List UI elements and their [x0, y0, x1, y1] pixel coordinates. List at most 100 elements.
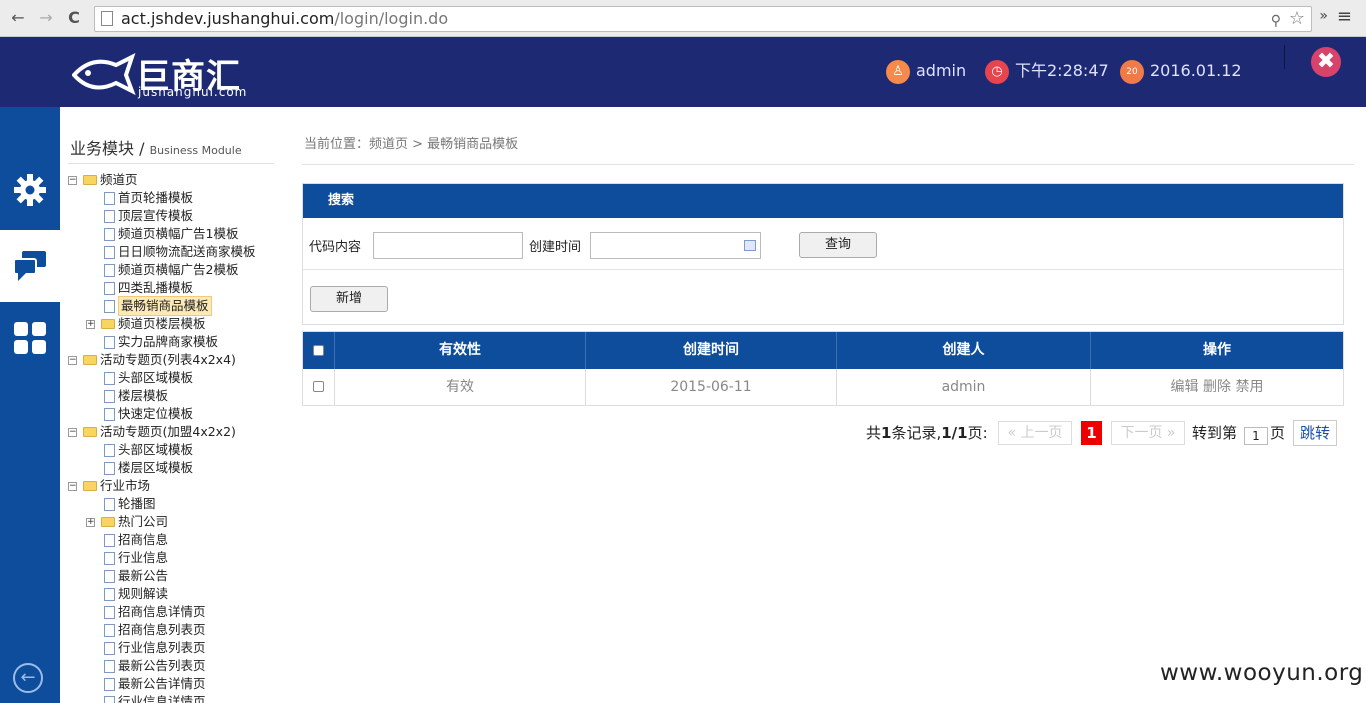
column-header-created[interactable]: 创建时间 [586, 332, 837, 369]
tree-item-label[interactable]: 头部区域模板 [118, 369, 193, 387]
tree-item[interactable]: 头部区域模板 [68, 441, 264, 459]
tree-item-label[interactable]: 热门公司 [118, 513, 168, 531]
goto-page-input[interactable]: 1 [1244, 427, 1268, 445]
tree-item-label[interactable]: 招商信息详情页 [118, 603, 206, 621]
tree-folder[interactable]: + 热门公司 [68, 513, 264, 531]
tree-item-label[interactable]: 频道页 [100, 171, 138, 189]
tree-item-label[interactable]: 规则解读 [118, 585, 168, 603]
tree-item-label[interactable]: 首页轮播模板 [118, 189, 193, 207]
column-header-creator[interactable]: 创建人 [837, 332, 1091, 369]
tree-item-label[interactable]: 最新公告 [118, 567, 168, 585]
tree-item[interactable]: 行业信息详情页 [68, 693, 264, 703]
tree-folder[interactable]: − 行业市场 [68, 477, 264, 495]
tree-folder[interactable]: − 活动专题页(列表4x2x4) [68, 351, 264, 369]
collapse-back-icon[interactable]: ← [13, 663, 43, 693]
menu-icon[interactable]: ≡ [1337, 6, 1352, 27]
collapse-icon[interactable]: − [68, 356, 77, 365]
expand-icon[interactable]: + [86, 518, 95, 527]
tree-item[interactable]: 头部区域模板 [68, 369, 264, 387]
tree-item[interactable]: 招商信息详情页 [68, 603, 264, 621]
business-module-nav[interactable] [0, 230, 60, 302]
settings-nav[interactable] [0, 155, 60, 227]
tree-item-label[interactable]: 活动专题页(加盟4x2x2) [100, 423, 236, 441]
tree-item-label[interactable]: 楼层模板 [118, 387, 168, 405]
address-bar[interactable]: act.jshdev.jushanghui.com/login/login.do… [94, 6, 1312, 32]
tree-item[interactable]: 招商信息 [68, 531, 264, 549]
back-icon[interactable]: ← [8, 8, 28, 27]
collapse-icon[interactable]: − [68, 482, 77, 491]
tree-item[interactable]: 最新公告详情页 [68, 675, 264, 693]
next-page-button[interactable]: 下一页 » [1111, 421, 1185, 445]
collapse-icon[interactable]: − [68, 176, 77, 185]
tree-item-label[interactable]: 头部区域模板 [118, 441, 193, 459]
edit-link[interactable]: 编辑 [1171, 379, 1199, 395]
tree-item-label[interactable]: 日日顺物流配送商家模板 [118, 243, 256, 261]
tree-folder[interactable]: − 活动专题页(加盟4x2x2) [68, 423, 264, 441]
column-header-validity[interactable]: 有效性 [335, 332, 586, 369]
date-picker-icon[interactable] [744, 240, 756, 251]
tree-item-label[interactable]: 招商信息列表页 [118, 621, 206, 639]
tree-item[interactable]: 最畅销商品模板 [68, 296, 264, 316]
row-checkbox[interactable] [313, 380, 324, 392]
tree-item-label[interactable]: 轮播图 [118, 495, 156, 513]
tree-item-label[interactable]: 频道页横幅广告1模板 [118, 225, 238, 243]
logout-close-button[interactable]: ✖ [1311, 47, 1341, 77]
tree-item[interactable]: 最新公告列表页 [68, 657, 264, 675]
expand-icon[interactable]: + [86, 320, 95, 329]
tree-item-label[interactable]: 实力品牌商家模板 [118, 333, 218, 351]
create-time-input[interactable] [590, 232, 761, 259]
delete-link[interactable]: 删除 [1203, 379, 1231, 395]
tree-item[interactable]: 规则解读 [68, 585, 264, 603]
tree-folder[interactable]: − 频道页 [68, 171, 264, 189]
tree-item[interactable]: 频道页横幅广告2模板 [68, 261, 264, 279]
tree-item-label[interactable]: 活动专题页(列表4x2x4) [100, 351, 236, 369]
tree-item[interactable]: 招商信息列表页 [68, 621, 264, 639]
add-button[interactable]: 新增 [310, 286, 388, 312]
collapse-icon[interactable]: − [68, 428, 77, 437]
tree-item-label[interactable]: 行业信息详情页 [118, 693, 206, 703]
tree-item[interactable]: 四类乱播模板 [68, 279, 264, 297]
tree-item-label[interactable]: 行业信息 [118, 549, 168, 567]
tree-item-label[interactable]: 四类乱播模板 [118, 279, 193, 297]
tree-item[interactable]: 行业信息 [68, 549, 264, 567]
tree-item[interactable]: 日日顺物流配送商家模板 [68, 243, 264, 261]
key-icon[interactable]: ⚲ [1271, 9, 1281, 33]
tree-item-label[interactable]: 频道页横幅广告2模板 [118, 261, 238, 279]
tree-item-label[interactable]: 行业信息列表页 [118, 639, 206, 657]
code-content-input[interactable] [373, 232, 523, 259]
tree-item-label[interactable]: 行业市场 [100, 477, 150, 495]
bookmark-star-icon[interactable]: ☆ [1289, 7, 1305, 31]
cell-created: 2015-06-11 [586, 369, 837, 405]
tree-folder[interactable]: + 频道页楼层模板 [68, 315, 264, 333]
forward-icon[interactable]: → [36, 8, 56, 27]
tree-item[interactable]: 首页轮播模板 [68, 189, 264, 207]
tree-item-label[interactable]: 最新公告列表页 [118, 657, 206, 675]
disable-link[interactable]: 禁用 [1235, 379, 1263, 395]
tree-item-label[interactable]: 楼层区域模板 [118, 459, 193, 477]
more-bookmarks-icon[interactable]: » [1319, 8, 1328, 24]
tree-item-label[interactable]: 招商信息 [118, 531, 168, 549]
logo[interactable]: 巨商汇 jushanghui.com [72, 47, 272, 99]
tree-item[interactable]: 顶层宣传模板 [68, 207, 264, 225]
tree-item[interactable]: 楼层模板 [68, 387, 264, 405]
tree-item[interactable]: 行业信息列表页 [68, 639, 264, 657]
goto-button[interactable]: 跳转 [1293, 420, 1337, 446]
main-content: 当前位置：频道页 > 最畅销商品模板 搜索 代码内容 创建时间 查询 新增 有效… [302, 107, 1354, 703]
tree-item-label[interactable]: 顶层宣传模板 [118, 207, 193, 225]
tree-item[interactable]: 实力品牌商家模板 [68, 333, 264, 351]
tree-item[interactable]: 楼层区域模板 [68, 459, 264, 477]
prev-page-button[interactable]: « 上一页 [998, 421, 1072, 445]
tree-item[interactable]: 快速定位模板 [68, 405, 264, 423]
apps-nav[interactable] [0, 303, 60, 375]
tree-item-label[interactable]: 快速定位模板 [118, 405, 193, 423]
tree-item-label[interactable]: 频道页楼层模板 [118, 315, 206, 333]
tree-item[interactable]: 最新公告 [68, 567, 264, 585]
reload-icon[interactable]: C [64, 8, 84, 27]
query-button[interactable]: 查询 [799, 232, 877, 258]
tree-item-label[interactable]: 最畅销商品模板 [118, 296, 212, 316]
tree-item[interactable]: 频道页横幅广告1模板 [68, 225, 264, 243]
select-all-checkbox[interactable] [313, 344, 324, 356]
current-page[interactable]: 1 [1081, 421, 1102, 445]
tree-item-label[interactable]: 最新公告详情页 [118, 675, 206, 693]
tree-item[interactable]: 轮播图 [68, 495, 264, 513]
